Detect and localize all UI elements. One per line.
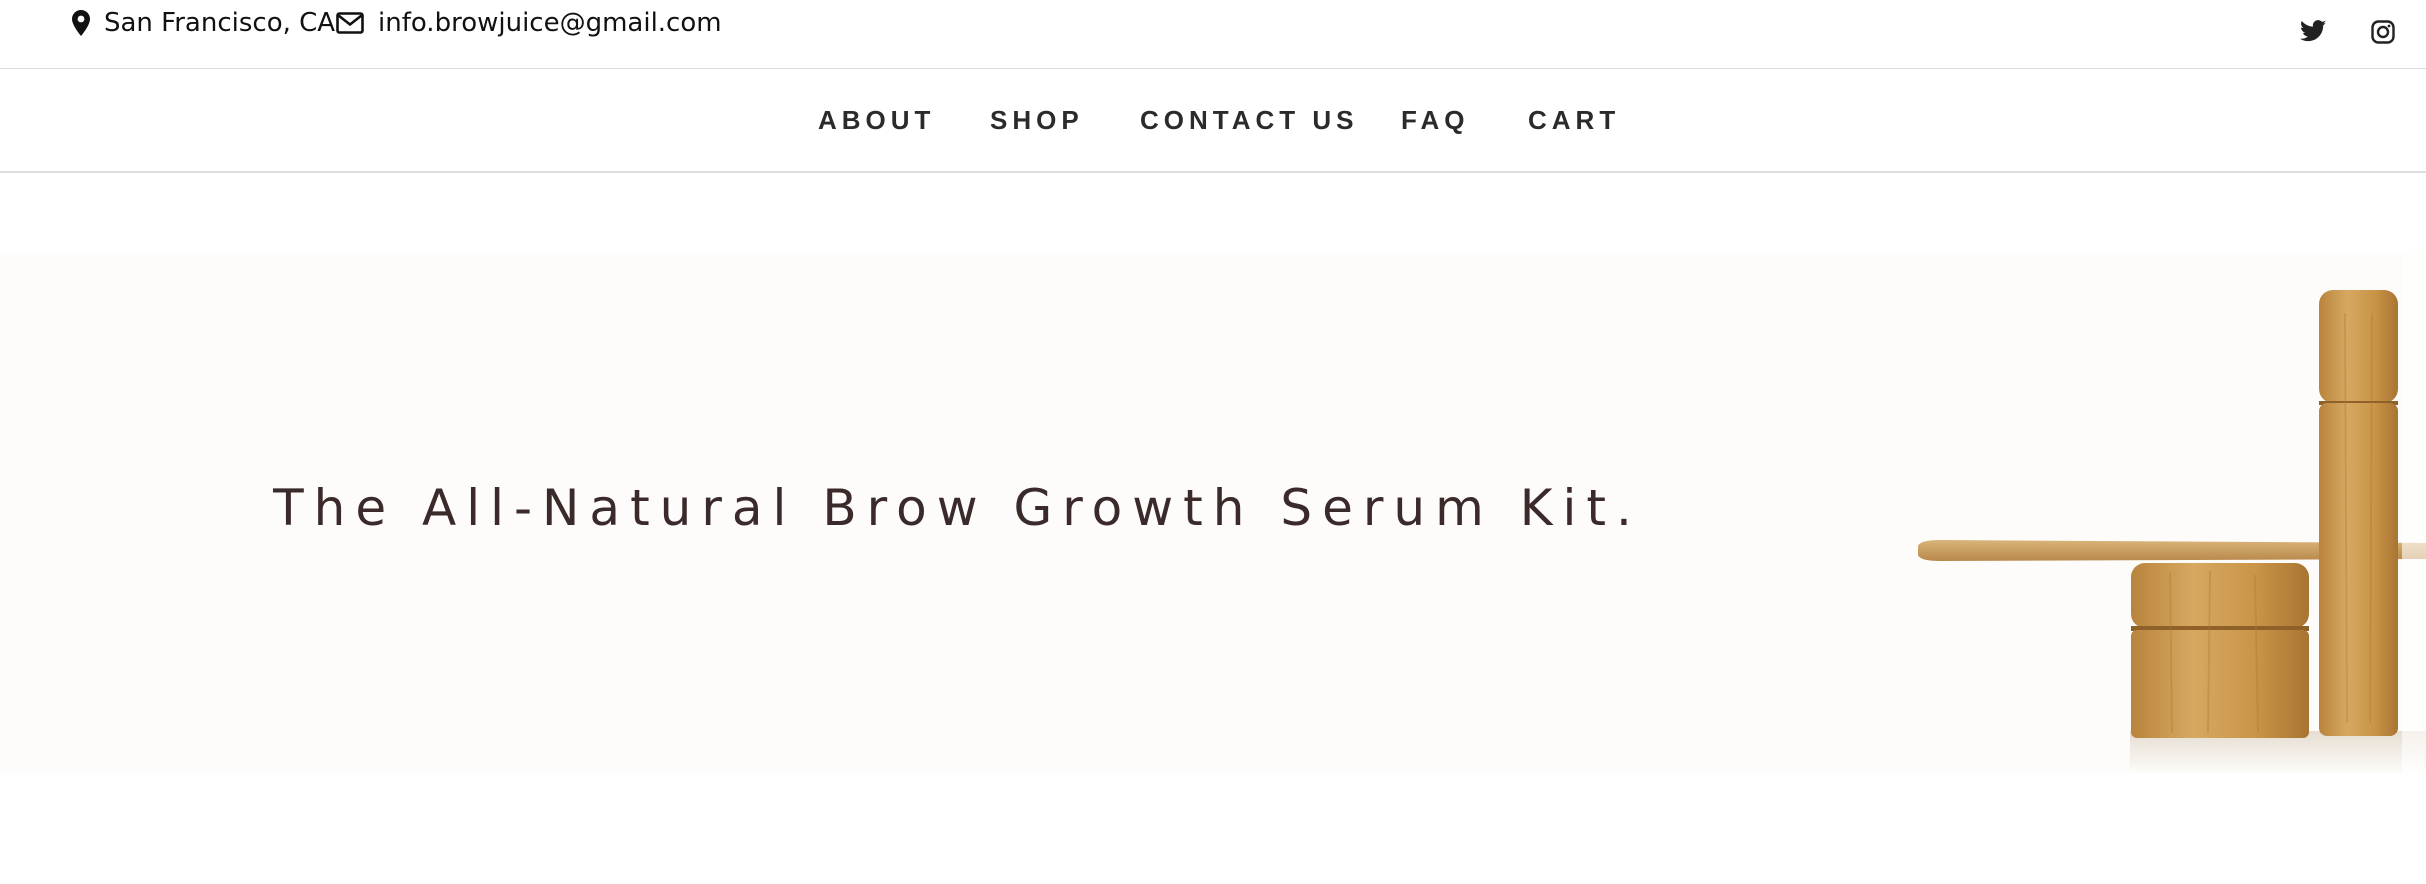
email-item[interactable]: info.browjuice@gmail.com [336,8,722,38]
envelope-icon [336,12,364,34]
nav-shop[interactable]: SHOP [990,105,1084,135]
hero-banner: The All-Natural Brow Growth Serum Kit. [0,253,2426,773]
instagram-icon[interactable] [2371,20,2395,44]
map-pin-icon [72,10,90,36]
email-link[interactable]: info.browjuice@gmail.com [378,8,722,38]
nav-faq[interactable]: FAQ [1401,105,1469,135]
main-navigation: ABOUT SHOP CONTACT US FAQ CART [0,69,2426,173]
bamboo-products-image [1918,253,2426,773]
location-item: San Francisco, CA [72,8,335,38]
nav-cart[interactable]: CART [1528,105,1620,135]
nav-about[interactable]: ABOUT [818,105,935,135]
twitter-icon[interactable] [2300,20,2327,42]
nav-contact-us[interactable]: CONTACT US [1140,105,1359,135]
top-contact-bar: San Francisco, CA info.browjuice@gmail.c… [0,0,2426,69]
hero-headline: The All-Natural Brow Growth Serum Kit. [273,479,1642,537]
location-text: San Francisco, CA [104,8,336,38]
